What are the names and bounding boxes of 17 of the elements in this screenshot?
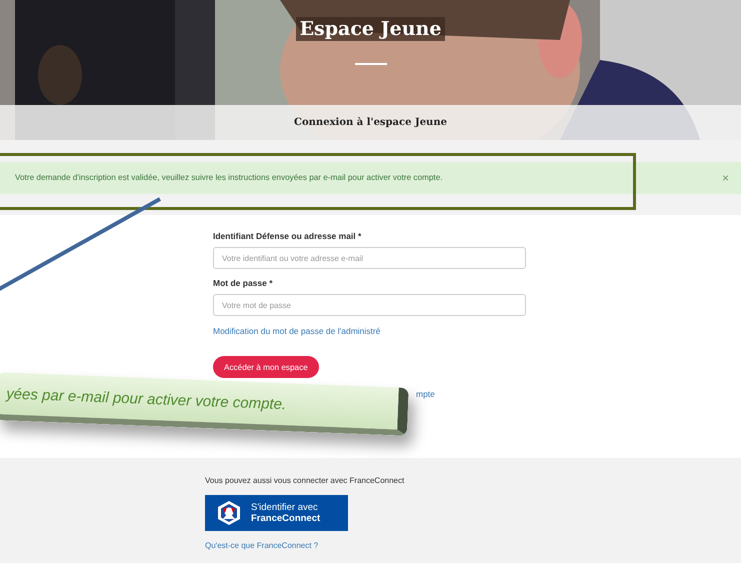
password-reset-link[interactable]: Modification du mot de passe de l'administré <box>213 326 526 336</box>
franceconnect-button[interactable]: S'identifier avec FranceConnect <box>205 495 348 531</box>
franceconnect-help-link[interactable]: Qu'est-ce que FranceConnect ? <box>205 541 318 550</box>
franceconnect-text: Vous pouvez aussi vous connecter avec FranceConnect <box>205 476 404 485</box>
input-field[interactable]: Votre identifiant ou votre adresse e-mail <box>213 247 526 269</box>
hexagon-logo-icon <box>217 500 241 526</box>
field-label: Mot de passe * <box>213 278 274 288</box>
title-underline <box>354 63 386 65</box>
input-field[interactable]: Votre mot de passe <box>213 294 526 316</box>
alert-message: Votre demande d'inscription est validée, veuillez suivre les instructions envoyées par e-mail pour activer votre compte. <box>15 173 443 182</box>
login-button[interactable]: Accéder à mon espace <box>213 356 319 378</box>
page-title: Espace Jeune <box>296 17 446 41</box>
account-link[interactable]: mpte <box>416 389 435 399</box>
close-button[interactable]: × <box>722 170 729 184</box>
section-heading: Connexion à l'espace Jeune <box>294 117 447 128</box>
field-label: Identifiant Défense ou adresse mail * <box>213 231 362 241</box>
callout-text: yées par e-mail pour activer votre compte. <box>6 384 286 413</box>
